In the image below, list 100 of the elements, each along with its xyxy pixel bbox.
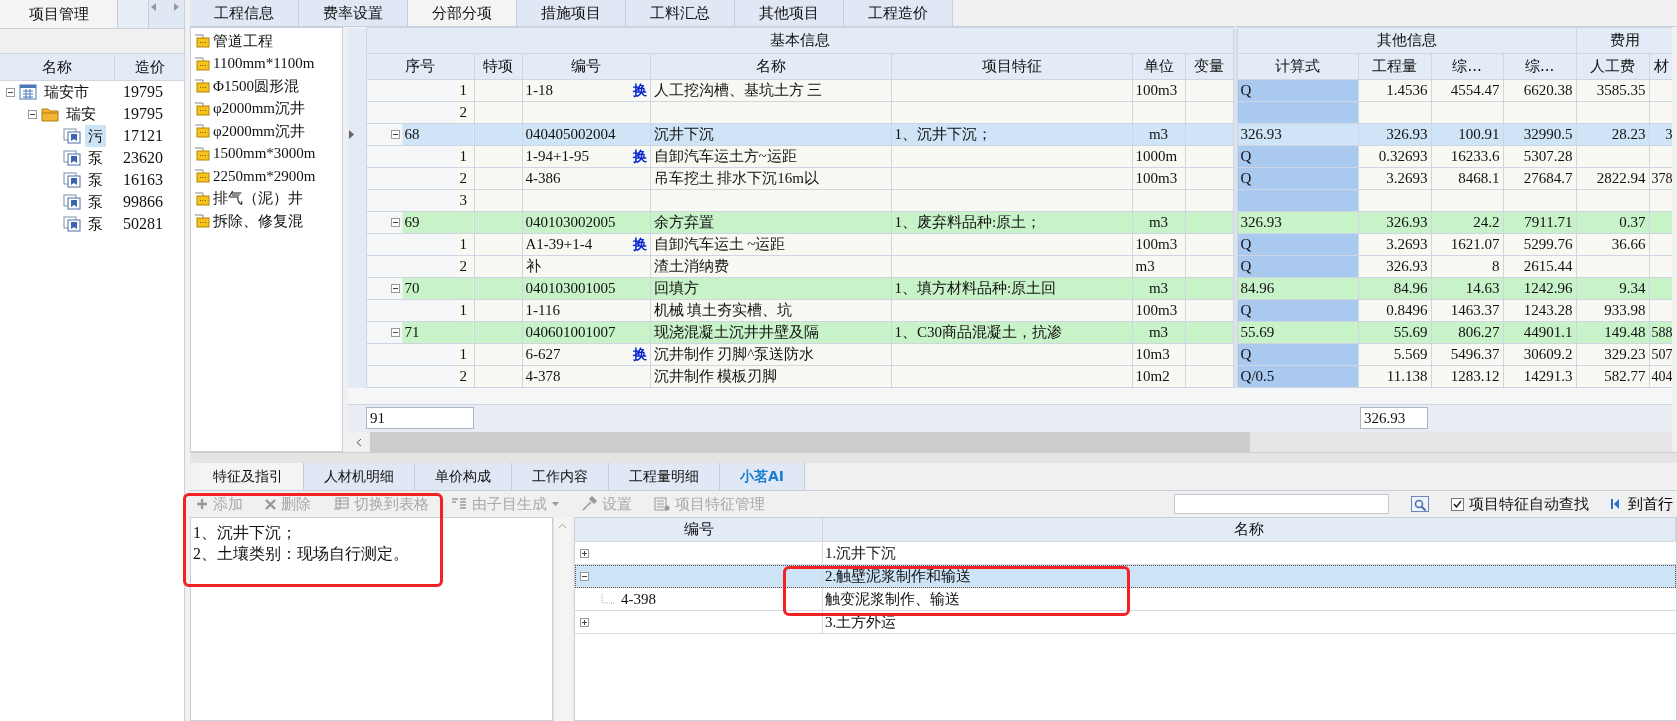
- table-cell: 326.93: [1358, 255, 1432, 278]
- detail-tab[interactable]: 特征及指引: [193, 463, 304, 490]
- plus-icon: [196, 498, 208, 510]
- column-header: 序号: [366, 53, 474, 80]
- table-cell: 自卸汽车运土 ~运距: [650, 233, 891, 256]
- view-tab[interactable]: 措施项目: [517, 0, 626, 26]
- detail-tab[interactable]: 单价构成: [415, 463, 512, 490]
- column-header: 人工费: [1576, 53, 1650, 80]
- feature-text-field[interactable]: 1、沉井下沉； 2、土壤类别：现场自行测定。: [190, 517, 553, 721]
- table-cell: 0.8496: [1358, 299, 1432, 322]
- minus-box-icon[interactable]: [28, 109, 37, 119]
- tree-item[interactable]: 泵: [85, 213, 106, 235]
- minus-box-icon[interactable]: [390, 130, 400, 139]
- tools-icon: [581, 496, 597, 512]
- detail-tab[interactable]: 工程量明细: [609, 463, 720, 490]
- table-cell: 1283.12: [1431, 365, 1504, 388]
- table-cell: 8468.1: [1431, 167, 1504, 190]
- table-cell: 沉井制作 刃脚^泵送防水: [650, 343, 891, 366]
- minus-box-icon[interactable]: [580, 571, 589, 581]
- table-cell: 582.77: [1576, 365, 1650, 388]
- detail-tab[interactable]: 工作内容: [512, 463, 609, 490]
- panel-tab[interactable]: 项目管理: [0, 0, 118, 28]
- view-tab[interactable]: 分部分项: [408, 0, 517, 26]
- item-code: 4-386: [525, 170, 561, 187]
- view-tab[interactable]: 费率设置: [299, 0, 408, 26]
- document-icon: [63, 128, 81, 144]
- checkbox[interactable]: [1451, 497, 1464, 511]
- minus-box-icon[interactable]: [390, 328, 400, 337]
- section-item[interactable]: 2250mm*2900m: [213, 167, 316, 185]
- table-cell: 30609.2: [1503, 343, 1577, 366]
- swap-mark[interactable]: 换: [632, 147, 647, 166]
- section-icon: [194, 169, 210, 184]
- row-number: 3: [459, 192, 467, 209]
- table-cell: 机械 填土夯实槽、坑: [650, 299, 891, 322]
- table-cell: 自卸汽车运土方~运距: [650, 145, 891, 168]
- row-number: 1: [459, 148, 467, 165]
- table-cell: 5299.76: [1503, 233, 1577, 256]
- tree-item[interactable]: 瑞安市: [41, 81, 92, 103]
- tree-item[interactable]: 泵: [85, 147, 106, 169]
- table-cell: m3: [1132, 321, 1185, 344]
- table-cell: Q: [1237, 167, 1359, 190]
- table-cell: 沉井制作 模板刃脚: [650, 365, 891, 388]
- section-item[interactable]: 管道工程: [213, 31, 273, 51]
- view-tab[interactable]: 工料汇总: [626, 0, 735, 26]
- table-cell: Q/0.5: [1237, 365, 1359, 388]
- section-item[interactable]: φ2000mm沉井: [213, 121, 305, 141]
- table-cell: 326.93: [1237, 211, 1359, 234]
- section-item[interactable]: φ2000mm沉井: [213, 99, 305, 119]
- guide-row[interactable]: 2.触壁泥浆制作和输送: [575, 565, 1676, 588]
- tree-item[interactable]: 泵: [85, 191, 106, 213]
- plus-box-icon[interactable]: [580, 617, 589, 627]
- table-cell: 100.91: [1431, 123, 1504, 146]
- tree-item[interactable]: 瑞安: [63, 103, 99, 125]
- section-item[interactable]: 排气（泥）井: [213, 189, 303, 209]
- detail-tab[interactable]: 人材机明细: [304, 463, 415, 490]
- table-cell: Q: [1237, 145, 1359, 168]
- search-field[interactable]: [1174, 494, 1389, 514]
- caret-icon: [552, 502, 559, 506]
- swap-mark[interactable]: 换: [632, 81, 647, 100]
- table-cell: 36.66: [1576, 233, 1650, 256]
- section-item[interactable]: Φ1500圆形混: [213, 76, 299, 96]
- table-cell: 5496.37: [1431, 343, 1504, 366]
- cost-value: 16163: [122, 171, 164, 189]
- minus-box-icon[interactable]: [390, 218, 400, 227]
- skip-to-start-icon: [1611, 498, 1620, 510]
- row-number: 2: [459, 258, 467, 275]
- view-tab[interactable]: 工程造价: [844, 0, 953, 26]
- table-cell: 11.138: [1358, 365, 1432, 388]
- quantity-field[interactable]: 326.93: [1360, 407, 1428, 429]
- table-cell: 326.93: [1237, 123, 1359, 146]
- table-cell: Q: [1237, 299, 1359, 322]
- minus-box-icon[interactable]: [390, 284, 400, 293]
- first-row-button[interactable]: 到首行: [1611, 494, 1677, 514]
- feature-line: 1、沉井下沉；: [193, 523, 298, 543]
- table-cell: 326.93: [1358, 123, 1432, 146]
- plus-box-icon[interactable]: [580, 548, 589, 558]
- table-cell: 27684.7: [1503, 167, 1577, 190]
- item-code: 1-18: [525, 82, 553, 99]
- scrollbar-thumb[interactable]: [370, 432, 1250, 452]
- section-icon: [194, 101, 210, 116]
- minus-box-icon[interactable]: [6, 87, 15, 97]
- swap-mark[interactable]: 换: [632, 235, 647, 254]
- document-icon: [63, 194, 81, 210]
- cross-icon: [265, 498, 276, 510]
- swap-mark[interactable]: 换: [632, 345, 647, 364]
- section-item[interactable]: 1500mm*3000m: [213, 145, 316, 163]
- scroll-left-icon[interactable]: [356, 437, 362, 447]
- view-tab[interactable]: 其他项目: [735, 0, 844, 26]
- section-item[interactable]: 1100mm*1100m: [213, 55, 315, 73]
- table-cell: 2822.94: [1576, 167, 1650, 190]
- view-tab[interactable]: 工程信息: [190, 0, 299, 26]
- guide-name: 1.沉井下沉: [825, 543, 897, 563]
- tree-item[interactable]: 污: [85, 125, 106, 147]
- row-number-field[interactable]: 91: [366, 407, 474, 429]
- tree-item[interactable]: 泵: [85, 169, 106, 191]
- section-item[interactable]: 拆除、修复混: [213, 211, 303, 231]
- table-cell: 149.48: [1576, 321, 1650, 344]
- section-icon: [194, 124, 210, 139]
- search-icon[interactable]: [1411, 496, 1429, 512]
- guide-row[interactable]: 4-398 触变泥浆制作、输送: [575, 588, 1676, 611]
